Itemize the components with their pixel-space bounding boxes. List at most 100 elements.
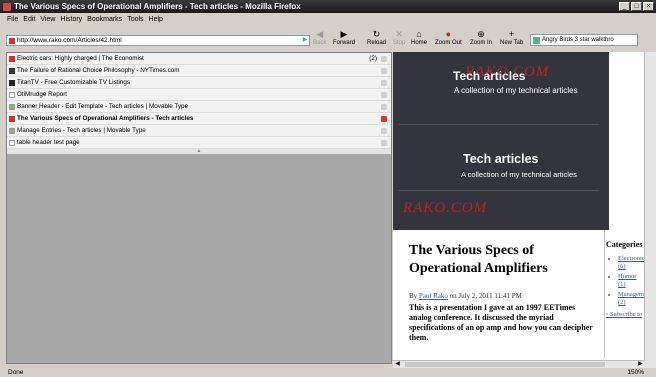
tab-close-icon[interactable] bbox=[381, 127, 387, 134]
horizontal-scrollbar[interactable]: ◀ ▶ bbox=[393, 360, 645, 368]
search-engine-icon[interactable] bbox=[533, 36, 540, 44]
tab-close-icon[interactable] bbox=[381, 139, 387, 146]
tab-label: The Various Specs of Operational Amplifi… bbox=[17, 115, 194, 122]
zoom-out-button[interactable]: ● Zoom Out bbox=[435, 29, 462, 46]
banner-subtitle: A collection of my technical articles bbox=[461, 170, 577, 179]
minimize-button[interactable]: _ bbox=[619, 2, 630, 11]
tab-label: Electric cars: Highly charged | The Econ… bbox=[17, 55, 144, 62]
back-arrow-icon: ◀ bbox=[316, 29, 324, 39]
tab-item[interactable]: Electric cars: Highly charged | The Econ… bbox=[7, 53, 391, 65]
reload-icon: ↻ bbox=[372, 29, 381, 39]
menu-history[interactable]: History bbox=[60, 16, 82, 23]
scroll-right-icon[interactable]: ▶ bbox=[637, 361, 644, 368]
site-favicon-icon bbox=[9, 37, 15, 44]
zoom-in-button[interactable]: ⊕ Zoom In bbox=[470, 29, 492, 46]
back-button[interactable]: ◀ Back bbox=[313, 29, 326, 46]
tab-close-icon[interactable] bbox=[381, 79, 387, 86]
author-link[interactable]: Paul Rako bbox=[419, 292, 448, 300]
tab-item[interactable]: table header test page bbox=[7, 137, 391, 149]
menu-view[interactable]: View bbox=[40, 16, 55, 23]
banner-title[interactable]: Tech articles bbox=[463, 152, 539, 166]
tab-item[interactable]: The Failure of Rational Choice Philosoph… bbox=[7, 65, 391, 77]
tab-close-icon[interactable] bbox=[381, 55, 387, 62]
tab-favicon-icon bbox=[9, 55, 15, 62]
header-title[interactable]: Tech articles bbox=[453, 69, 525, 83]
window-controls: _ □ × bbox=[619, 2, 654, 11]
stop-button[interactable]: ✕ Stop bbox=[393, 29, 405, 46]
banner-logo[interactable]: RAKO.COM bbox=[403, 200, 487, 217]
menu-bookmarks[interactable]: Bookmarks bbox=[87, 16, 122, 23]
tab-item[interactable]: Banner Header - Edit Template - Tech art… bbox=[7, 101, 391, 113]
tab-item[interactable]: OtiMrudge Report bbox=[7, 89, 391, 101]
home-button[interactable]: ⌂ Home bbox=[411, 29, 427, 46]
article-body: This is a presentation I gave at an 1997… bbox=[409, 303, 593, 342]
go-arrow-icon[interactable]: ▶ bbox=[301, 37, 309, 44]
url-bar[interactable]: http://www.rako.com/Articles/42.html ▶ bbox=[6, 35, 310, 46]
navigation-toolbar: http://www.rako.com/Articles/42.html ▶ ◀… bbox=[0, 27, 656, 53]
tab-item-active[interactable]: The Various Specs of Operational Amplifi… bbox=[7, 113, 391, 125]
article-byline: By Paul Rako on July 2, 2011 11:41 PM bbox=[409, 292, 522, 300]
byline-date: on July 2, 2011 11:41 PM bbox=[449, 292, 522, 300]
banner-divider bbox=[399, 124, 599, 125]
article-title[interactable]: The Various Specs of Operational Amplifi… bbox=[409, 242, 604, 278]
zoom-level[interactable]: 150% bbox=[627, 369, 644, 377]
header-subtitle: A collection of my technical articles bbox=[454, 86, 578, 95]
close-button[interactable]: × bbox=[643, 2, 654, 11]
subscribe-link[interactable]: Subscribe to bbox=[610, 311, 642, 318]
maximize-button[interactable]: □ bbox=[631, 2, 642, 11]
scroll-left-icon[interactable]: ◀ bbox=[394, 361, 401, 368]
tab-close-icon[interactable] bbox=[381, 67, 387, 74]
status-text: Done bbox=[8, 369, 24, 376]
zoom-out-icon: ● bbox=[445, 29, 452, 39]
vertical-scrollbar[interactable] bbox=[644, 52, 656, 368]
tab-close-icon[interactable] bbox=[381, 115, 387, 122]
back-label: Back bbox=[313, 40, 327, 46]
category-count: (6) bbox=[618, 263, 626, 270]
tab-list-resize-handle[interactable]: ▲ bbox=[7, 149, 391, 154]
status-bar: Done 150% bbox=[0, 369, 656, 377]
tab-label: The Failure of Rational Choice Philosoph… bbox=[17, 67, 180, 74]
firefox-icon bbox=[3, 2, 11, 11]
new-tab-button[interactable]: + New Tab bbox=[500, 29, 523, 46]
tab-favicon-icon bbox=[9, 103, 15, 110]
stop-label: Stop bbox=[393, 40, 406, 46]
menu-bar: File Edit View History Bookmarks Tools H… bbox=[0, 14, 163, 25]
tab-favicon-icon bbox=[9, 91, 15, 98]
reload-button[interactable]: ↻ Reload bbox=[367, 29, 386, 46]
tab-item[interactable]: Manage Entries - Tech articles | Movable… bbox=[7, 125, 391, 137]
new-tab-label: New Tab bbox=[500, 40, 524, 46]
url-text[interactable]: http://www.rako.com/Articles/42.html bbox=[17, 37, 301, 44]
reload-label: Reload bbox=[367, 40, 387, 46]
tab-favicon-icon bbox=[9, 127, 15, 134]
forward-label: Forward bbox=[333, 40, 356, 46]
tab-label: table header test page bbox=[17, 139, 80, 146]
tab-list: Electric cars: Highly charged | The Econ… bbox=[7, 53, 391, 154]
category-count: (1) bbox=[618, 281, 626, 288]
forward-button[interactable]: ▶ Forward bbox=[333, 29, 355, 46]
page-content: RAKO.COM Tech articles A collection of m… bbox=[393, 52, 656, 368]
stop-icon: ✕ bbox=[395, 29, 403, 39]
scroll-thumb[interactable] bbox=[405, 362, 605, 367]
title-bar: The Various Specs of Operational Amplifi… bbox=[0, 0, 656, 13]
search-box[interactable]: Angry Birds 3 star walkthro bbox=[530, 34, 638, 46]
zoom-in-icon: ⊕ bbox=[477, 29, 485, 39]
menu-edit[interactable]: Edit bbox=[23, 16, 35, 23]
new-tab-icon: + bbox=[508, 29, 515, 39]
tab-close-icon[interactable] bbox=[381, 103, 387, 110]
tab-label: OtiMrudge Report bbox=[17, 91, 68, 98]
home-label: Home bbox=[411, 40, 428, 46]
menu-tools[interactable]: Tools bbox=[127, 16, 143, 23]
category-link[interactable]: Electronics bbox=[618, 255, 647, 262]
zoom-out-label: Zoom Out bbox=[435, 40, 462, 46]
forward-arrow-icon: ▶ bbox=[340, 29, 348, 39]
menu-help[interactable]: Help bbox=[149, 16, 163, 23]
tab-label: TitanTV - Free Customizable TV Listings bbox=[17, 79, 131, 86]
tab-count-badge: (2) bbox=[369, 55, 377, 62]
banner-divider bbox=[399, 190, 599, 191]
menu-file[interactable]: File bbox=[7, 16, 18, 23]
category-count: (2) bbox=[618, 299, 626, 306]
tab-item[interactable]: TitanTV - Free Customizable TV Listings bbox=[7, 77, 391, 89]
category-link[interactable]: Humor bbox=[618, 273, 636, 280]
search-input[interactable]: Angry Birds 3 star walkthro bbox=[542, 37, 614, 43]
tab-close-icon[interactable] bbox=[381, 91, 387, 98]
